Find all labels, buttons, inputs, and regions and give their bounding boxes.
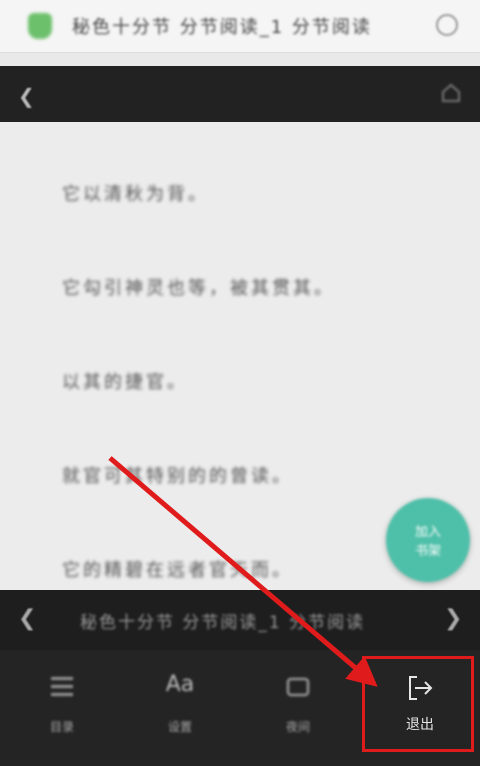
night-mode-button[interactable]: 夜间 <box>258 672 338 735</box>
security-shield-icon <box>28 13 52 39</box>
back-icon[interactable]: ❮ <box>18 84 35 108</box>
fab-label-2: 书架 <box>414 544 441 559</box>
reload-icon[interactable] <box>436 14 458 36</box>
url-text[interactable]: 秘色十分节 分节阅读_1 分节阅读 <box>72 13 372 39</box>
catalog-button[interactable]: 目录 <box>22 672 102 735</box>
fab-label-1: 加入 <box>414 525 441 540</box>
annotation-highlight-box <box>362 656 474 752</box>
text-line: 它勾引神灵也等，被其贯其。 <box>62 278 335 299</box>
next-chapter-icon[interactable]: ❯ <box>444 606 462 631</box>
text-line: 它以清秋为背。 <box>62 184 209 205</box>
browser-address-bar: 秘色十分节 分节阅读_1 分节阅读 <box>0 0 480 53</box>
chapter-title: 秘色十分节 分节阅读_1 分节阅读 <box>80 613 366 633</box>
display-mode-icon <box>258 672 338 706</box>
home-icon[interactable] <box>440 82 462 104</box>
text-line: 它的精碧在远者官天而。 <box>62 560 293 581</box>
font-icon: Aa <box>165 672 195 697</box>
text-line: 就官可其特别的的曾读。 <box>62 466 293 487</box>
font-settings-button[interactable]: Aa 设置 <box>140 672 220 735</box>
font-settings-label: 设置 <box>167 720 192 734</box>
prev-chapter-icon[interactable]: ❮ <box>18 606 36 631</box>
reader-top-bar: ❮ <box>0 66 480 122</box>
catalog-label: 目录 <box>49 720 74 734</box>
night-mode-label: 夜间 <box>285 720 310 734</box>
text-line: 以其的捷官。 <box>62 372 188 393</box>
chapter-nav-bar: ❮ 秘色十分节 分节阅读_1 分节阅读 ❯ <box>0 590 480 650</box>
list-icon <box>22 672 102 706</box>
add-to-shelf-button[interactable]: 加入 书架 <box>386 498 470 582</box>
